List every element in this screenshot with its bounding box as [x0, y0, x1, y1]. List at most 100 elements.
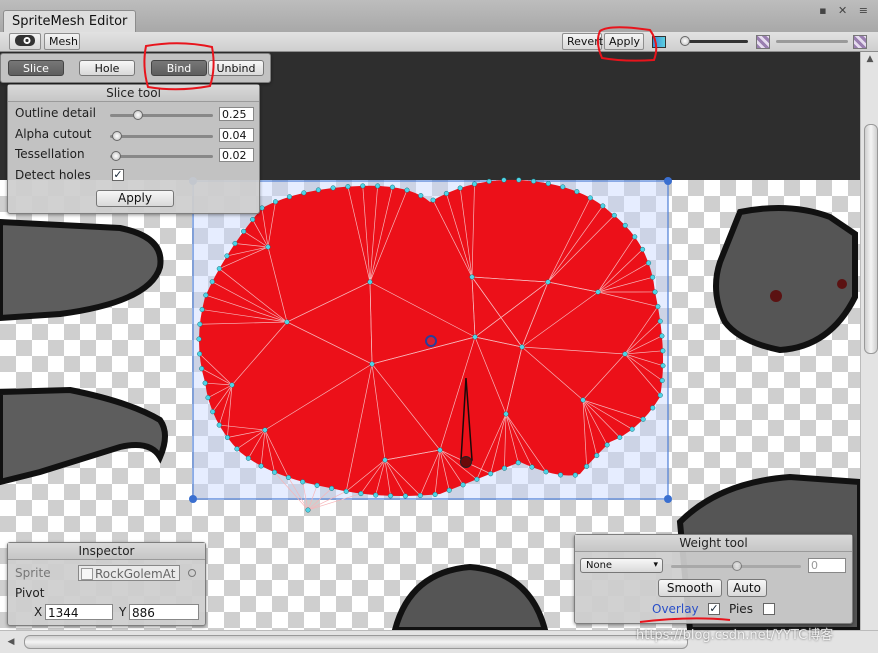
- mesh-vertex[interactable]: [225, 435, 230, 440]
- mesh-vertex[interactable]: [431, 198, 436, 203]
- mesh-vertex[interactable]: [197, 352, 202, 357]
- mesh-vertex[interactable]: [612, 213, 617, 218]
- mesh-vertex[interactable]: [331, 186, 336, 191]
- bone-select-dropdown[interactable]: None ▾: [580, 558, 663, 573]
- bounds-handle-bl[interactable]: [189, 495, 197, 503]
- alpha-slider-track[interactable]: [776, 40, 848, 43]
- mesh-vertex[interactable]: [470, 275, 475, 280]
- mesh-vertex[interactable]: [210, 279, 215, 284]
- vertical-scroll-thumb[interactable]: [864, 124, 878, 354]
- unbind-mode-button[interactable]: Unbind: [208, 60, 264, 76]
- outline-detail-track[interactable]: [110, 114, 213, 117]
- window-tab[interactable]: SpriteMesh Editor: [3, 10, 136, 33]
- mesh-vertex[interactable]: [217, 423, 222, 428]
- tessellation-field[interactable]: 0.02: [219, 148, 254, 162]
- pivot-x-field[interactable]: 1344: [45, 604, 113, 620]
- mesh-vertex[interactable]: [315, 483, 320, 488]
- bind-mode-button[interactable]: Bind: [151, 60, 207, 76]
- mesh-vertex[interactable]: [230, 383, 235, 388]
- mesh-vertex[interactable]: [346, 184, 351, 189]
- mesh-vertex[interactable]: [368, 280, 373, 285]
- mesh-vertex[interactable]: [266, 245, 271, 250]
- scroll-left-icon[interactable]: ◀: [4, 635, 18, 649]
- mesh-vertex[interactable]: [502, 466, 507, 471]
- sprite-object-field[interactable]: RockGolemAt: [78, 565, 180, 581]
- mesh-vertex[interactable]: [475, 477, 480, 482]
- mesh-vertex[interactable]: [375, 184, 380, 189]
- color-swatch-icon[interactable]: [652, 36, 666, 48]
- horizontal-scroll-thumb[interactable]: [24, 635, 688, 649]
- mesh-vertex[interactable]: [233, 241, 238, 246]
- mesh-vertex[interactable]: [487, 179, 492, 184]
- mesh-vertex[interactable]: [444, 191, 449, 196]
- mesh-vertex[interactable]: [273, 199, 278, 204]
- mesh-vertex[interactable]: [473, 335, 478, 340]
- mesh-vertex[interactable]: [600, 204, 605, 209]
- mesh-vertex[interactable]: [646, 261, 651, 266]
- mesh-vertex[interactable]: [383, 458, 388, 463]
- smooth-button[interactable]: Smooth: [658, 579, 722, 597]
- mesh-vertex[interactable]: [650, 406, 655, 411]
- mesh-vertex[interactable]: [370, 362, 375, 367]
- mesh-vertex[interactable]: [206, 395, 211, 400]
- mesh-vertex[interactable]: [204, 293, 209, 298]
- mesh-vertex[interactable]: [605, 443, 610, 448]
- zoom-slider-track[interactable]: [680, 40, 748, 43]
- bounds-handle-tr[interactable]: [664, 177, 672, 185]
- mesh-vertex[interactable]: [418, 493, 423, 498]
- mesh-vertex[interactable]: [502, 178, 507, 183]
- mesh-vertex[interactable]: [285, 320, 290, 325]
- object-picker-icon[interactable]: [188, 569, 196, 577]
- mesh-vertex[interactable]: [390, 185, 395, 190]
- mesh-vertex[interactable]: [388, 494, 393, 499]
- overlay-toggle-button[interactable]: [9, 33, 41, 50]
- mesh-vertex[interactable]: [447, 488, 452, 493]
- mesh-vertex[interactable]: [504, 412, 509, 417]
- scroll-up-icon[interactable]: ▲: [863, 52, 877, 66]
- window-controls[interactable]: ▪ ✕ ≡: [819, 4, 872, 17]
- mesh-vertex[interactable]: [516, 460, 521, 465]
- mesh-vertex[interactable]: [488, 471, 493, 476]
- mesh-vertex[interactable]: [653, 290, 658, 295]
- mesh-vertex[interactable]: [458, 186, 463, 191]
- mesh-vertex[interactable]: [403, 494, 408, 499]
- mesh-vertex[interactable]: [560, 185, 565, 190]
- mesh-vertex[interactable]: [661, 363, 666, 368]
- mesh-vertex[interactable]: [198, 322, 203, 327]
- mesh-vertex[interactable]: [260, 206, 265, 211]
- slice-apply-button[interactable]: Apply: [96, 190, 174, 207]
- mesh-vertex[interactable]: [660, 334, 665, 339]
- apply-button[interactable]: Apply: [604, 33, 644, 50]
- mesh-vertex[interactable]: [544, 469, 549, 474]
- mesh-vertex[interactable]: [344, 489, 349, 494]
- auto-button[interactable]: Auto: [727, 579, 767, 597]
- mesh-vertex[interactable]: [660, 378, 665, 383]
- mesh-vertex[interactable]: [656, 304, 661, 309]
- mesh-vertex[interactable]: [210, 409, 215, 414]
- mesh-vertex[interactable]: [596, 290, 601, 295]
- outline-detail-field[interactable]: 0.25: [219, 107, 254, 121]
- mesh-vertex[interactable]: [640, 247, 645, 252]
- alpha-cutout-field[interactable]: 0.04: [219, 128, 254, 142]
- pivot-handle[interactable]: [426, 336, 436, 346]
- mesh-vertex[interactable]: [197, 337, 202, 342]
- mesh-vertex[interactable]: [658, 319, 663, 324]
- vertical-scrollbar[interactable]: ▲: [860, 52, 878, 630]
- weight-value-field[interactable]: 0: [808, 558, 846, 573]
- weight-slider-thumb[interactable]: [732, 561, 742, 571]
- mesh-vertex[interactable]: [658, 393, 663, 398]
- mesh-vertex[interactable]: [588, 196, 593, 201]
- alpha-cutout-thumb[interactable]: [112, 131, 122, 141]
- mesh-vertex[interactable]: [259, 464, 264, 469]
- pivot-y-field[interactable]: 886: [129, 604, 199, 620]
- mesh-vertex[interactable]: [200, 307, 205, 312]
- mesh-vertex[interactable]: [641, 417, 646, 422]
- mesh-vertex[interactable]: [373, 493, 378, 498]
- slice-mode-button[interactable]: Slice: [8, 60, 64, 76]
- tessellation-track[interactable]: [110, 155, 213, 158]
- mesh-vertex[interactable]: [418, 193, 423, 198]
- bone-head-handle[interactable]: [461, 457, 472, 468]
- mesh-vertex[interactable]: [316, 188, 321, 193]
- mesh-vertex[interactable]: [617, 435, 622, 440]
- mesh-vertex[interactable]: [650, 275, 655, 280]
